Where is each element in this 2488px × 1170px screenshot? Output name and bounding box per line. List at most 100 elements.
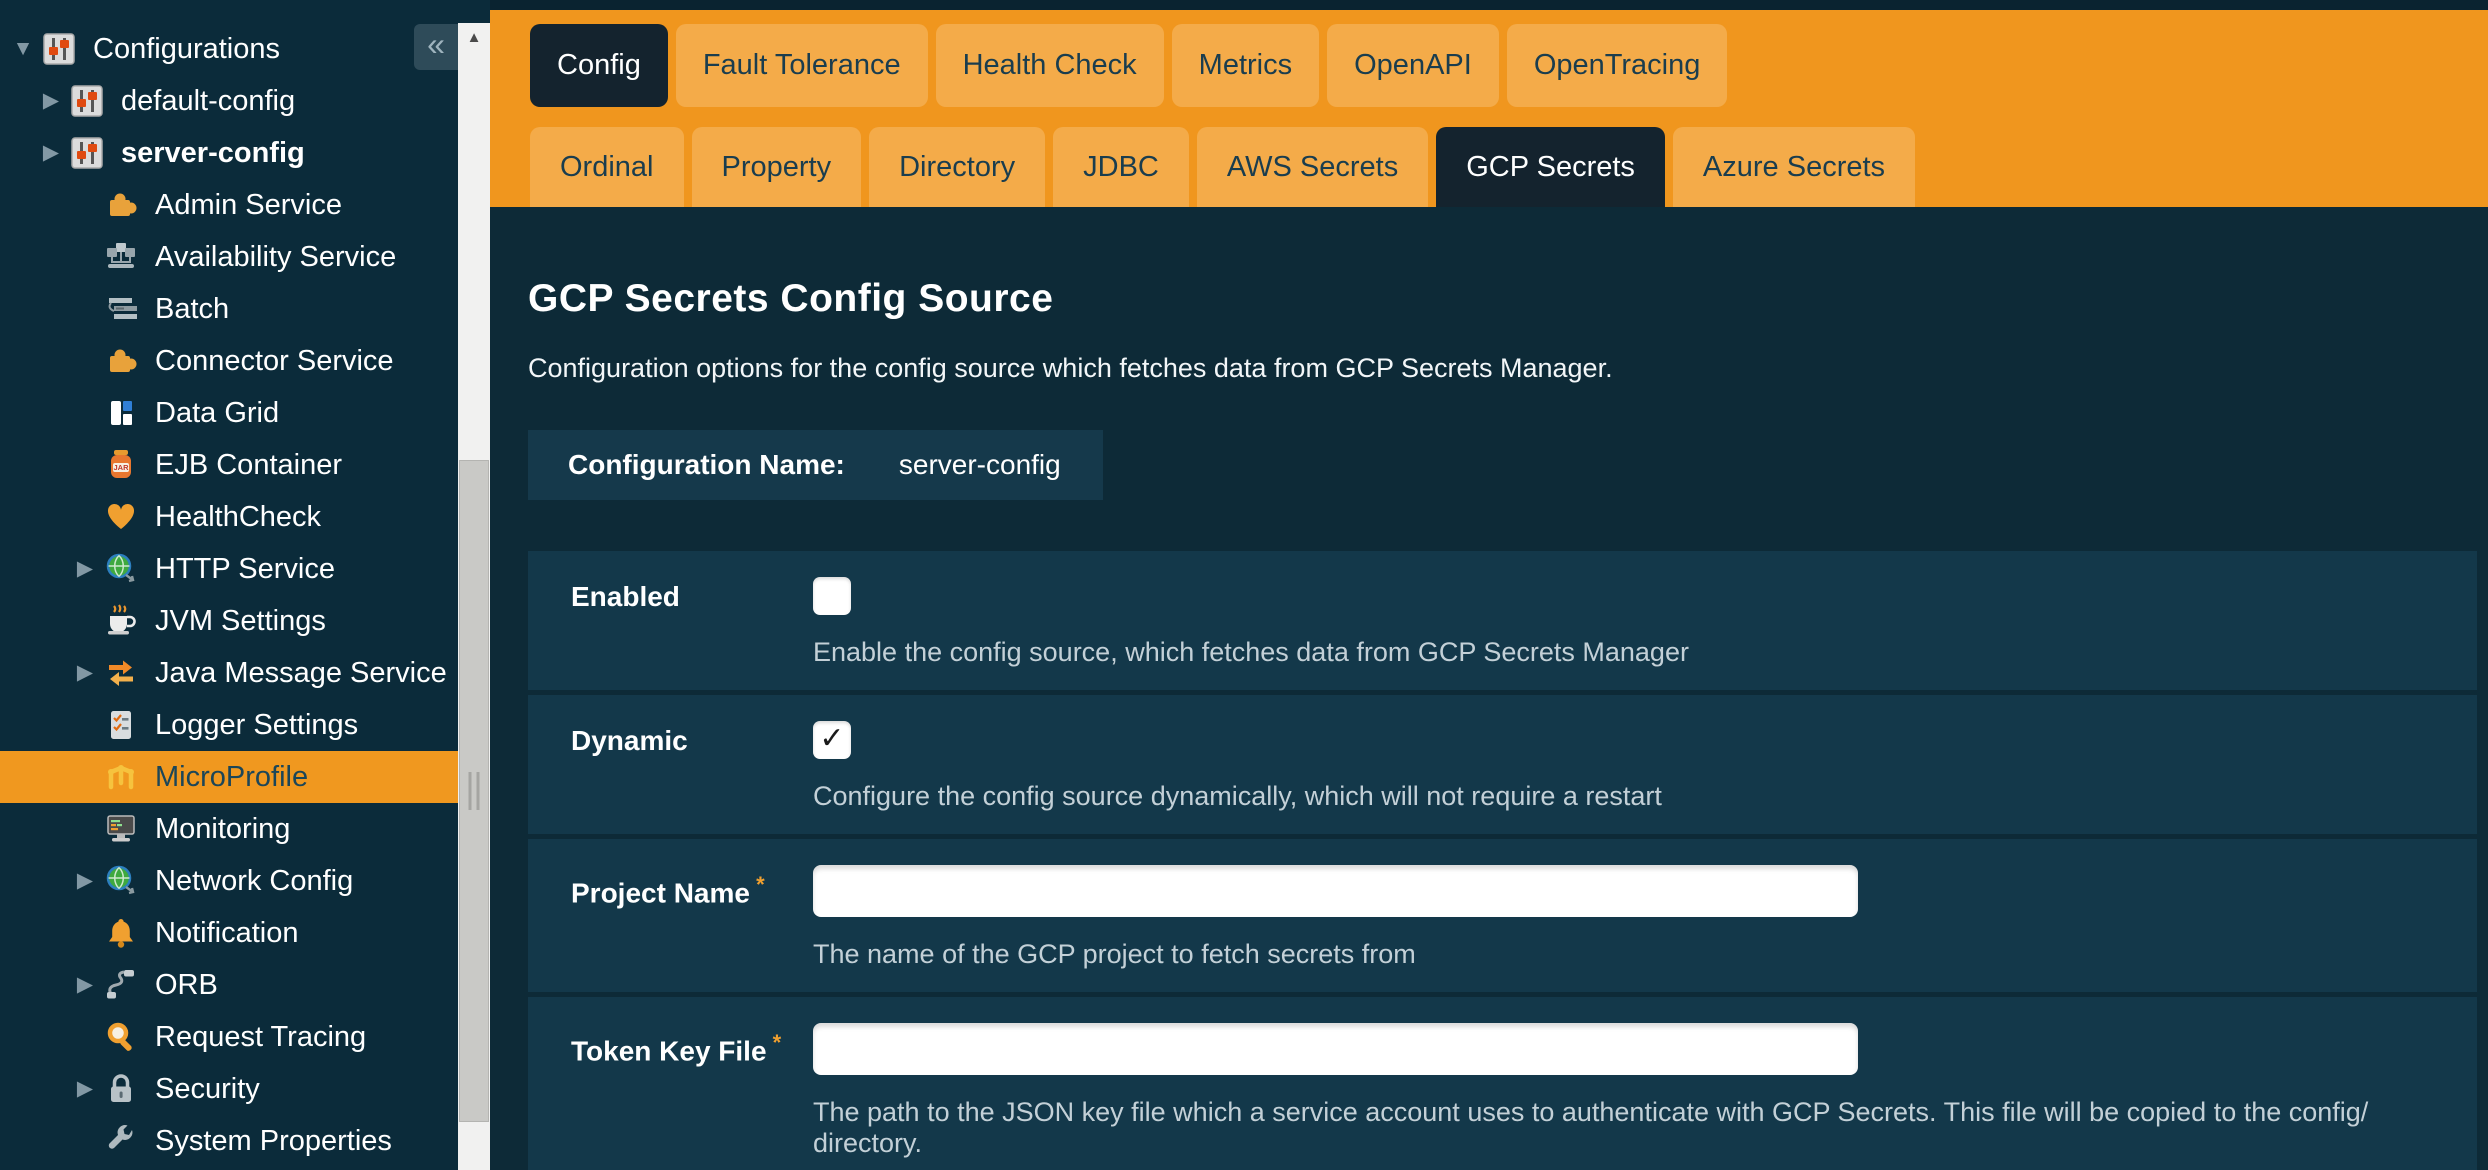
sidebar-item-label: Admin Service	[155, 189, 342, 222]
content-area: GCP Secrets Config Source Configuration …	[490, 277, 2488, 1170]
field-label-text: Dynamic	[571, 725, 688, 756]
sidebar-item-label: Request Tracing	[155, 1021, 366, 1054]
sidebar-item-label: HealthCheck	[155, 501, 321, 534]
batch-list-icon	[102, 291, 140, 327]
chevron-right-icon[interactable]: ▶	[34, 127, 68, 179]
sidebar-item-availability-service[interactable]: Availability Service	[0, 231, 458, 283]
field-row-enabled: EnabledEnable the config source, which f…	[528, 551, 2477, 690]
tab-jdbc[interactable]: JDBC	[1053, 127, 1189, 207]
sidebar-item-data-grid[interactable]: Data Grid	[0, 387, 458, 439]
coffee-cup-icon	[102, 603, 140, 639]
field-help-text: The path to the JSON key file which a se…	[813, 1097, 2457, 1159]
field-label-text: Project Name	[571, 877, 750, 908]
dynamic-checkbox[interactable]: ✓	[813, 721, 851, 759]
field-help-text: The name of the GCP project to fetch sec…	[813, 939, 2457, 970]
sidebar-collapse-button[interactable]: «	[414, 24, 458, 70]
tab-label: OpenAPI	[1354, 49, 1472, 82]
tab-header-band: ConfigFault ToleranceHealth CheckMetrics…	[490, 10, 2488, 207]
scrollbar-track[interactable]: ▲	[458, 23, 490, 1170]
field-label-text: Token Key File	[571, 1035, 767, 1066]
sidebar-item-server-config[interactable]: ▶ server-config	[0, 127, 458, 179]
sidebar-item-label: Connector Service	[155, 345, 394, 378]
heart-icon	[102, 499, 140, 535]
tab-directory[interactable]: Directory	[869, 127, 1045, 207]
tab-openapi[interactable]: OpenAPI	[1327, 24, 1499, 107]
sidebar-item-java-message-service[interactable]: ▶Java Message Service	[0, 647, 458, 699]
tab-fault-tolerance[interactable]: Fault Tolerance	[676, 24, 928, 107]
sidebar-item-label: Notification	[155, 917, 298, 950]
svg-text:JAR: JAR	[113, 463, 129, 472]
sidebar-item-security[interactable]: ▶Security	[0, 1063, 458, 1115]
sidebar-item-jvm-settings[interactable]: JVM Settings	[0, 595, 458, 647]
sidebar-item-request-tracing[interactable]: Request Tracing	[0, 1011, 458, 1063]
tab-opentracing[interactable]: OpenTracing	[1507, 24, 1728, 107]
chevron-right-icon[interactable]: ▶	[68, 647, 102, 699]
scrollbar-thumb[interactable]	[459, 460, 489, 1122]
availability-network-icon	[102, 239, 140, 275]
sidebar-scrollbar[interactable]: ▲	[458, 0, 490, 1170]
field-row-token-key-file: Token Key File * The path to the JSON key…	[528, 997, 2477, 1170]
sidebar-item-configurations[interactable]: ▼Configurations	[0, 23, 458, 75]
sidebar-item-admin-service[interactable]: Admin Service	[0, 179, 458, 231]
page-description: Configuration options for the config sou…	[528, 353, 2477, 384]
chevron-down-icon[interactable]: ▼	[6, 23, 40, 75]
checkmark-icon: ✓	[819, 724, 844, 754]
plug-cable-icon	[102, 967, 140, 1003]
sidebar-item-notification[interactable]: Notification	[0, 907, 458, 959]
chevron-right-icon[interactable]: ▶	[34, 75, 68, 127]
chevron-right-icon[interactable]: ▶	[68, 959, 102, 1011]
globe-icon	[102, 551, 140, 587]
required-asterisk: *	[767, 1030, 782, 1055]
tab-aws-secrets[interactable]: AWS Secrets	[1197, 127, 1428, 207]
tab-config[interactable]: Config	[530, 24, 668, 107]
sidebar-item-orb[interactable]: ▶ORB	[0, 959, 458, 1011]
field-control: ✓ Configure the config source dynamically…	[813, 721, 2457, 812]
configuration-name-label: Configuration Name:	[568, 449, 845, 481]
chevron-right-icon[interactable]: ▶	[68, 1063, 102, 1115]
sidebar-item-label: System Properties	[155, 1125, 392, 1158]
field-label: Enabled	[571, 577, 813, 668]
sidebar-item-label: Logger Settings	[155, 709, 358, 742]
chevron-right-icon[interactable]: ▶	[68, 543, 102, 595]
sidebar-item-system-properties[interactable]: System Properties	[0, 1115, 458, 1167]
tab-property[interactable]: Property	[692, 127, 862, 207]
puzzle-piece-icon	[102, 343, 140, 379]
tab-gcp-secrets[interactable]: GCP Secrets	[1436, 127, 1665, 207]
thumb-grip-icon	[469, 772, 480, 810]
sidebar-item-connector-service[interactable]: Connector Service	[0, 335, 458, 387]
token-key-file-input[interactable]	[813, 1023, 1858, 1075]
puzzle-piece-icon	[102, 187, 140, 223]
project-name-input[interactable]	[813, 865, 1858, 917]
secondary-tab-bar: Ordinal Property DirectoryJDBCAWS Secrets G…	[490, 127, 2488, 207]
sidebar-item-label: Monitoring	[155, 813, 290, 846]
sidebar-item-label: server-config	[121, 137, 305, 170]
sidebar-item-monitoring[interactable]: Monitoring	[0, 803, 458, 855]
sidebar-item-network-config[interactable]: ▶Network Config	[0, 855, 458, 907]
tab-metrics[interactable]: Metrics	[1172, 24, 1319, 107]
sidebar-item-default-config[interactable]: ▶default-config	[0, 75, 458, 127]
sidebar-item-label: HTTP Service	[155, 553, 335, 586]
field-control: Enable the config source, which fetches …	[813, 577, 2457, 668]
tab-label: Property	[722, 151, 832, 184]
tab-health-check[interactable]: Health Check	[936, 24, 1164, 107]
tab-ordinal[interactable]: Ordinal	[530, 127, 684, 207]
sidebar-item-logger-settings[interactable]: Logger Settings	[0, 699, 458, 751]
sidebar-item-batch[interactable]: Batch	[0, 283, 458, 335]
configuration-name-value: server-config	[899, 449, 1061, 481]
scrollbar-up-button[interactable]: ▲	[458, 23, 490, 51]
field-row-project-name: Project Name *The name of the GCP projec…	[528, 839, 2477, 992]
sidebar-item-http-service[interactable]: ▶ HTTP Service	[0, 543, 458, 595]
tab-label: GCP Secrets	[1466, 151, 1635, 184]
sidebar-item-label: MicroProfile	[155, 761, 308, 794]
enabled-checkbox[interactable]	[813, 577, 851, 615]
field-control: The path to the JSON key file which a se…	[813, 1023, 2457, 1159]
field-help-text: Configure the config source dynamically,…	[813, 781, 2457, 812]
chevron-right-icon[interactable]: ▶	[68, 855, 102, 907]
field-row-dynamic: Dynamic ✓ Configure the config source dyna…	[528, 695, 2477, 834]
logger-checklist-icon	[102, 707, 140, 743]
sidebar-item-microprofile[interactable]: MicroProfile	[0, 751, 458, 803]
monitor-screen-icon	[102, 811, 140, 847]
sidebar-item-ejb-container[interactable]: JAREJB Container	[0, 439, 458, 491]
sidebar-item-healthcheck[interactable]: HealthCheck	[0, 491, 458, 543]
tab-azure-secrets[interactable]: Azure Secrets	[1673, 127, 1915, 207]
